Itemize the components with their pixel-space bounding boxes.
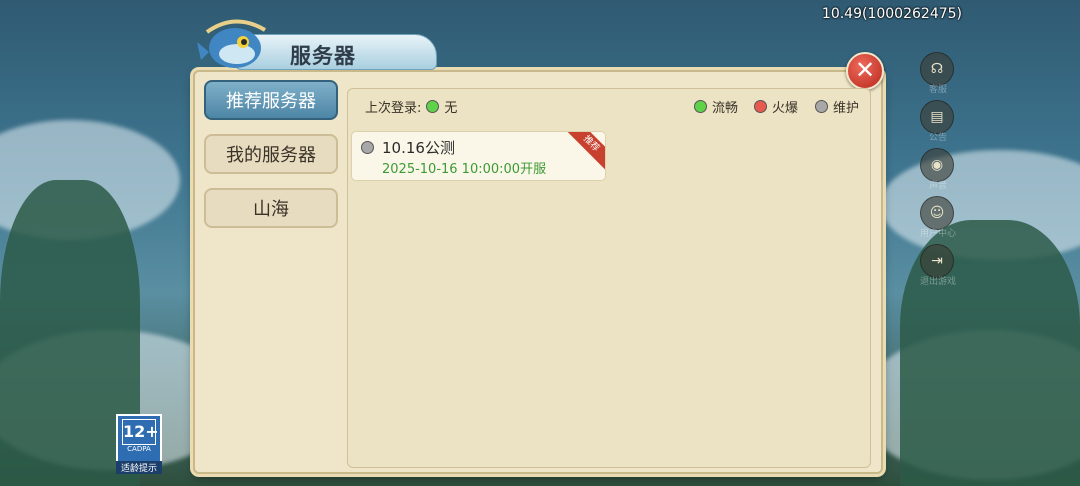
user-center-icon[interactable]: ☺ [920,196,954,230]
side-label-sound: 声音 [928,181,947,191]
last-login-value: 无 [444,101,458,116]
tab-shanhai[interactable]: 山海 [204,188,338,228]
side-label-service: 客服 [928,85,947,95]
tab-my-servers[interactable]: 我的服务器 [204,134,338,174]
last-login: 上次登录: 无 [365,97,457,116]
side-label-exit: 退出游戏 [919,277,956,287]
exit-icon[interactable]: ⇥ [920,244,954,278]
legend-label: 流畅 [712,101,739,116]
legend-dot-red [754,100,767,113]
last-login-label: 上次登录: [365,101,422,116]
age-rating-number: 12+ [122,419,159,445]
recommended-ribbon: 推荐 [564,132,605,171]
close-button[interactable]: ✕ [846,52,884,90]
sound-icon[interactable]: ◉ [920,148,954,182]
headset-icon[interactable]: ☊ [920,52,954,86]
last-login-status-dot [426,100,440,113]
age-rating-org: CADPA [127,445,151,453]
legend-label: 维护 [833,101,860,116]
server-card[interactable]: 10.16公测 2025-10-16 10:00:00开服 推荐 [351,131,606,181]
legend-dot-green [694,100,707,113]
legend-label: 火爆 [772,101,799,116]
mascot-icon [197,19,267,68]
legend-smooth: 流畅 [694,97,738,116]
server-name: 10.16公测 [382,139,455,157]
age-rating-tip: 适龄提示 [116,461,162,474]
side-label-notice: 公告 [928,133,947,143]
side-label-user-center: 用户中心 [919,229,956,239]
legend-hot: 火爆 [754,97,798,116]
legend-maintenance: 维护 [815,97,859,116]
tab-recommended-servers[interactable]: 推荐服务器 [204,80,338,120]
notice-icon[interactable]: ▤ [920,100,954,134]
server-open-time: 2025-10-16 10:00:00开服 [382,162,547,177]
legend-dot-gray [815,100,828,113]
version-text: 10.49(1000262475) [821,6,962,22]
server-status-dot [361,141,374,154]
dialog-title: 服务器 [290,43,356,68]
